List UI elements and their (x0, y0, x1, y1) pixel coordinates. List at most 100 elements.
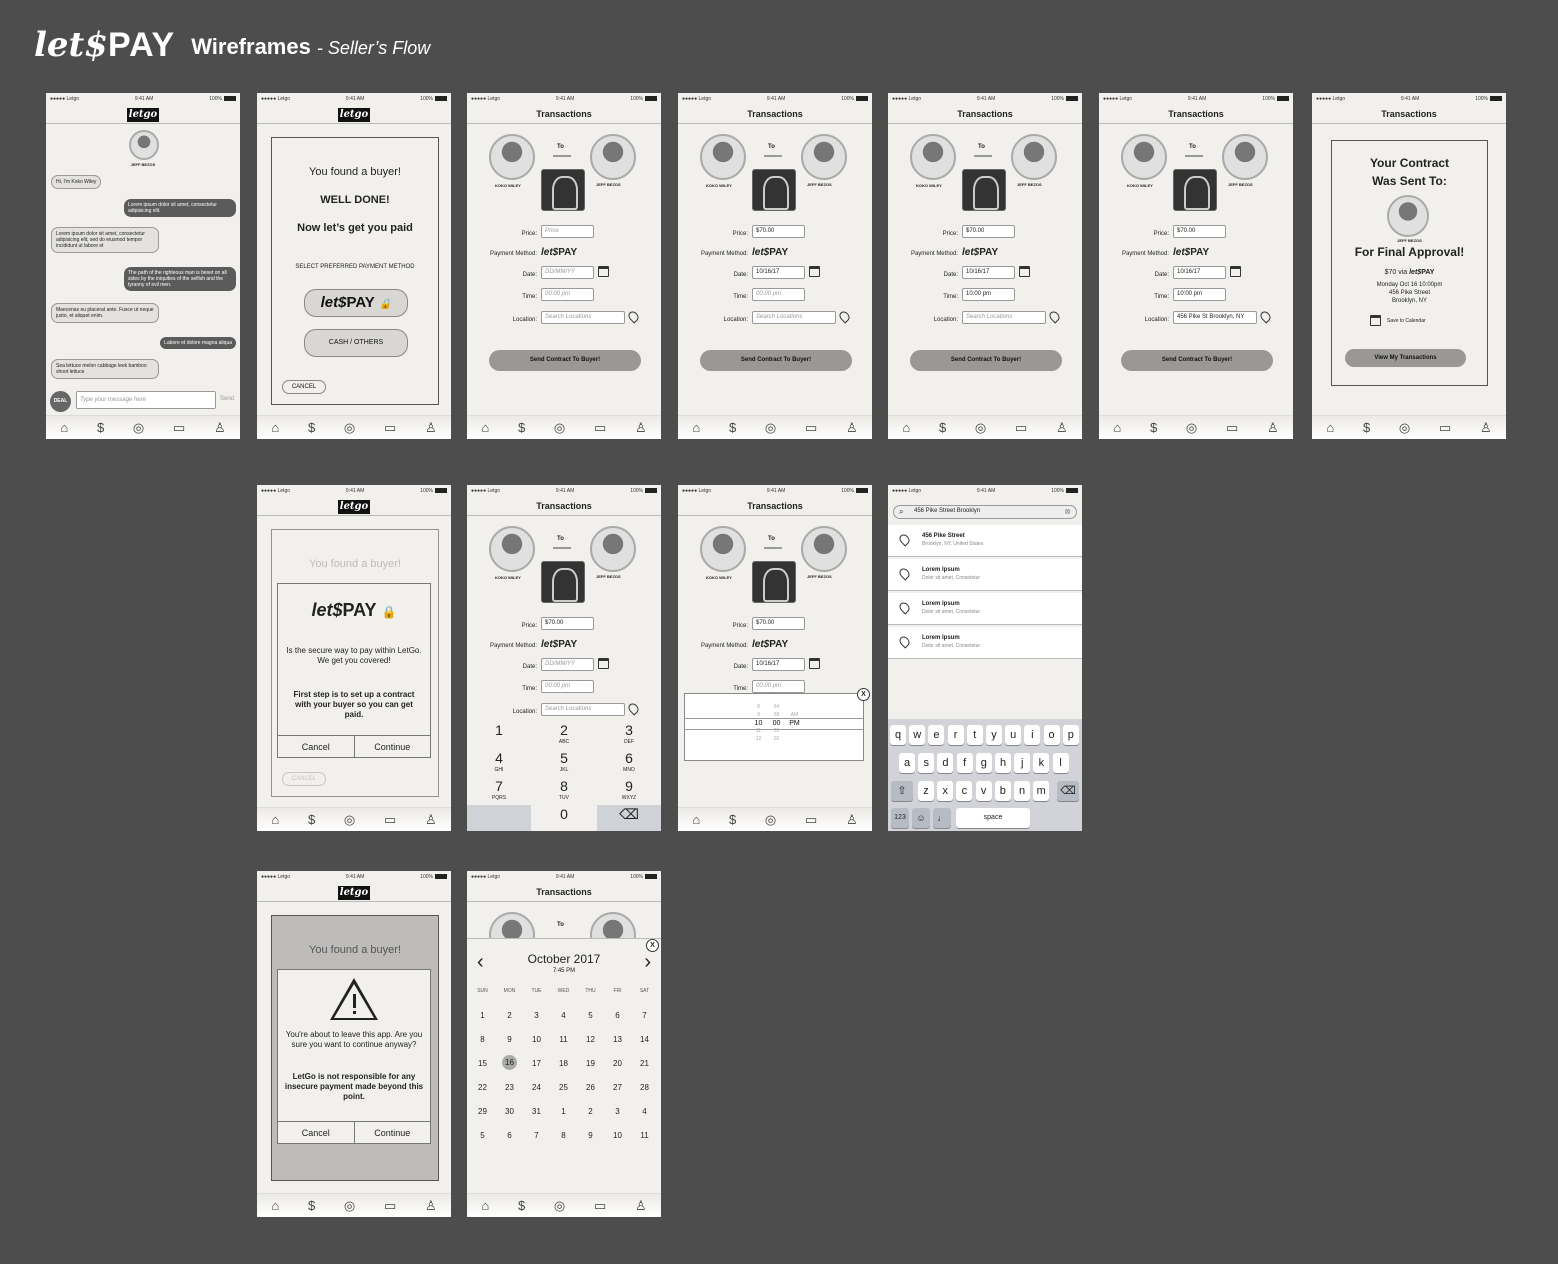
send-contract-button[interactable]: Send Contract To Buyer! (1121, 350, 1273, 371)
calendar-day[interactable]: 10 (604, 1131, 631, 1140)
backspace-key[interactable]: ⌫ (1057, 781, 1079, 801)
chat-icon[interactable]: ▭ (1439, 420, 1451, 435)
dollar-icon[interactable]: $ (518, 1198, 525, 1213)
cash-button[interactable]: CASH / OTHERS (304, 329, 408, 357)
location-input[interactable]: Search Locations (752, 311, 836, 324)
view-transactions-button[interactable]: View My Transactions (1345, 349, 1466, 367)
price-input[interactable]: $70.00 (752, 225, 805, 238)
chat-icon[interactable]: ▭ (594, 1198, 606, 1213)
dollar-icon[interactable]: $ (308, 1198, 315, 1213)
search-result[interactable]: Lorem Ipsum Dolor sit amet, Consetetur (888, 593, 1082, 625)
chat-icon[interactable]: ▭ (805, 420, 817, 435)
numpad-key[interactable]: 9 WXYZ (597, 777, 661, 805)
profile-icon[interactable]: ♙ (425, 1198, 437, 1213)
numpad-key[interactable] (467, 805, 531, 831)
chat-icon[interactable]: ▭ (384, 420, 396, 435)
calendar-day[interactable]: 3 (604, 1107, 631, 1116)
calendar-day[interactable]: 22 (469, 1083, 496, 1092)
calendar-day[interactable]: 20 (604, 1059, 631, 1068)
home-icon[interactable]: ⌂ (60, 420, 68, 435)
dollar-icon[interactable]: $ (729, 812, 736, 827)
dollar-icon[interactable]: $ (518, 420, 525, 435)
close-calendar-button[interactable]: X (646, 939, 659, 952)
calendar-day[interactable]: 11 (550, 1035, 577, 1044)
calendar-icon[interactable] (809, 658, 820, 669)
camera-icon[interactable]: ◎ (344, 1198, 355, 1213)
home-icon[interactable]: ⌂ (481, 420, 489, 435)
save-calendar-link[interactable]: Save to Calendar (1387, 318, 1426, 324)
numbers-key[interactable]: 123 (891, 808, 909, 828)
calendar-day[interactable]: 7 (631, 1011, 658, 1020)
numpad-key[interactable]: 4 GHI (467, 749, 531, 777)
numpad-key[interactable]: 1 (467, 721, 531, 749)
key-p[interactable]: p (1062, 725, 1079, 745)
key-t[interactable]: t (966, 725, 983, 745)
home-icon[interactable]: ⌂ (692, 812, 700, 827)
date-input[interactable]: DD/MM/YY (541, 658, 594, 671)
chat-icon[interactable]: ▭ (173, 420, 185, 435)
profile-icon[interactable]: ♙ (425, 420, 437, 435)
calendar-day[interactable]: 17 (523, 1059, 550, 1068)
numpad-key[interactable]: 2 ABC (532, 721, 596, 749)
key-a[interactable]: a (899, 753, 915, 773)
calendar-day[interactable]: 6 (604, 1011, 631, 1020)
calendar-day[interactable]: 16 (502, 1055, 517, 1070)
leave-cancel-button[interactable]: Cancel (278, 1122, 354, 1143)
price-input[interactable]: $70.00 (1173, 225, 1226, 238)
calendar-day[interactable]: 27 (604, 1083, 631, 1092)
home-icon[interactable]: ⌂ (271, 812, 279, 827)
date-input[interactable]: 10/16/17 (962, 266, 1015, 279)
price-input[interactable]: $70.00 (752, 617, 805, 630)
time-picker[interactable]: 8 54 9 58 AM 10 00 PM 11 01 12 02 (684, 693, 864, 761)
letspay-button[interactable]: let$PAY 🔒 (304, 289, 408, 317)
send-contract-button[interactable]: Send Contract To Buyer! (489, 350, 641, 371)
send-contract-button[interactable]: Send Contract To Buyer! (700, 350, 852, 371)
key-x[interactable]: x (937, 781, 954, 801)
camera-icon[interactable]: ◎ (133, 420, 144, 435)
key-m[interactable]: m (1033, 781, 1050, 801)
calendar-day[interactable]: 23 (496, 1083, 523, 1092)
send-contract-button[interactable]: Send Contract To Buyer! (910, 350, 1062, 371)
camera-icon[interactable]: ◎ (344, 420, 355, 435)
home-icon[interactable]: ⌂ (271, 420, 279, 435)
camera-icon[interactable]: ◎ (344, 812, 355, 827)
home-icon[interactable]: ⌂ (1326, 420, 1334, 435)
home-icon[interactable]: ⌂ (902, 420, 910, 435)
send-button[interactable]: Send (220, 396, 234, 402)
dialog-cancel-button[interactable]: Cancel (278, 736, 354, 757)
profile-icon[interactable]: ♙ (1480, 420, 1492, 435)
calendar-icon[interactable] (598, 658, 609, 669)
profile-icon[interactable]: ♙ (1056, 420, 1068, 435)
time-input[interactable]: 00:00 pm (752, 288, 805, 301)
numpad-key[interactable]: 7 PQRS (467, 777, 531, 805)
camera-icon[interactable]: ◎ (1186, 420, 1197, 435)
key-n[interactable]: n (1014, 781, 1030, 801)
calendar-day[interactable]: 5 (577, 1011, 604, 1020)
numpad-key[interactable]: 6 MNO (597, 749, 661, 777)
profile-icon[interactable]: ♙ (635, 420, 647, 435)
camera-icon[interactable]: ◎ (975, 420, 986, 435)
date-input[interactable]: 10/16/17 (752, 266, 805, 279)
chat-icon[interactable]: ▭ (594, 420, 606, 435)
calendar-icon[interactable] (1019, 266, 1030, 277)
key-h[interactable]: h (995, 753, 1011, 773)
location-input[interactable]: Search Locations (541, 703, 625, 716)
calendar-day[interactable]: 21 (631, 1059, 658, 1068)
chat-icon[interactable]: ▭ (1015, 420, 1027, 435)
numpad-key[interactable]: 8 TUV (532, 777, 596, 805)
camera-icon[interactable]: ◎ (554, 420, 565, 435)
location-pin-icon[interactable] (626, 701, 641, 716)
dollar-icon[interactable]: $ (1150, 420, 1157, 435)
calendar-day[interactable]: 13 (604, 1035, 631, 1044)
key-e[interactable]: e (928, 725, 945, 745)
profile-icon[interactable]: ♙ (846, 420, 858, 435)
key-k[interactable]: k (1033, 753, 1050, 773)
location-input[interactable]: Search Locations (962, 311, 1046, 324)
search-result[interactable]: Lorem Ipsum Dolor sit amet, Consetetur (888, 627, 1082, 659)
calendar-day[interactable]: 1 (550, 1107, 577, 1116)
dollar-icon[interactable]: $ (308, 812, 315, 827)
calendar-day[interactable]: 2 (577, 1107, 604, 1116)
numpad-key[interactable]: 5 JKL (532, 749, 596, 777)
deal-button[interactable]: DEAL (50, 391, 71, 412)
shift-key[interactable]: ⇧ (891, 781, 913, 801)
